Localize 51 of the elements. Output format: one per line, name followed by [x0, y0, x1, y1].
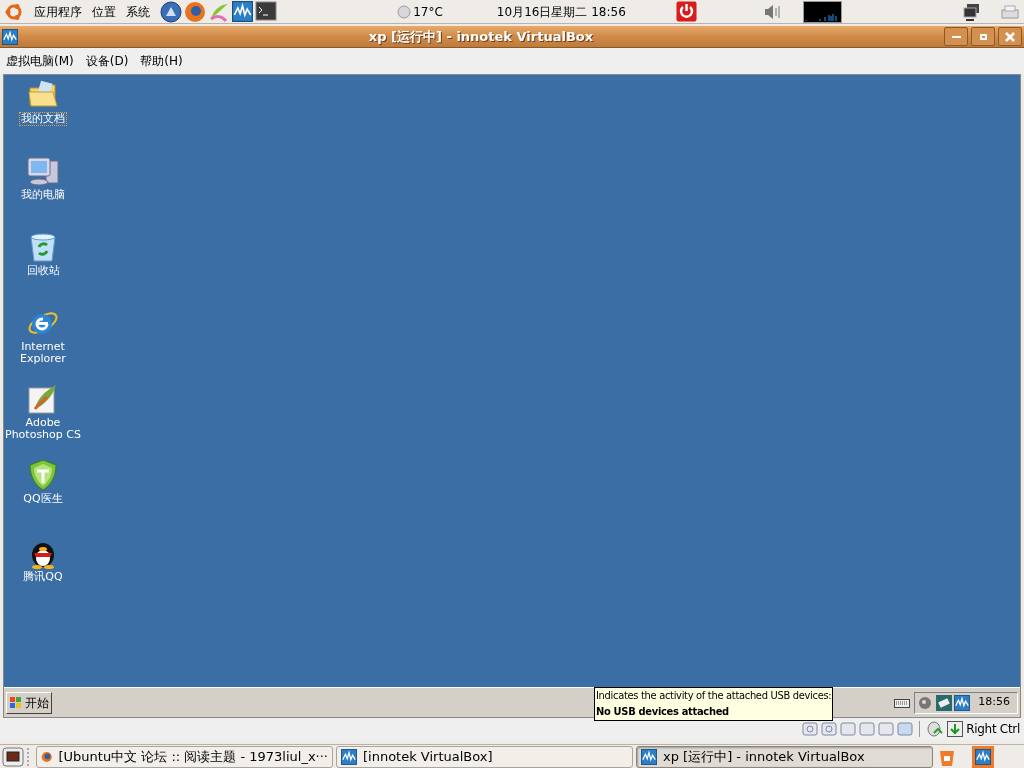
logo-icon [4, 1, 24, 22]
terminal-icon[interactable] [255, 1, 277, 22]
launcher-icon[interactable] [160, 0, 182, 23]
task-button[interactable]: [innotek VirtualBox] [336, 745, 633, 768]
monitor-wave-icon [2, 28, 18, 45]
computer-icon [26, 155, 60, 187]
guest-clock: 18:56 [978, 694, 1010, 711]
monitor-wave-icon [954, 694, 971, 711]
host-key: Right Ctrl [966, 720, 1020, 738]
task-button[interactable]: xp [运行中] - innotek VirtualBox [636, 745, 933, 768]
monitor-wave-icon [641, 748, 657, 765]
menu-item[interactable]: 设备(D) [85, 52, 129, 70]
tooltip-text: Indicates the activity of the attached USB devices: [596, 688, 832, 704]
window-title: xp [运行中] - innotek VirtualBox [367, 27, 595, 46]
panel-menu[interactable]: 位置 [92, 2, 116, 21]
speaker-icon[interactable] [762, 3, 781, 20]
desktop-icon-label[interactable]: QQ医生 [22, 493, 64, 505]
power-icon[interactable] [675, 1, 697, 22]
panel-menu[interactable]: 应用程序 [34, 2, 82, 21]
desktop-icon-label[interactable]: 我的文档 [20, 113, 66, 125]
drive-icon[interactable] [936, 694, 953, 711]
windows-logo-icon [9, 695, 23, 710]
monitor-wave-icon [232, 1, 253, 22]
download-arrow-icon[interactable] [947, 721, 964, 737]
tooltip-detail: No USB devices attached [596, 704, 730, 720]
monitor-wave-icon [975, 748, 991, 765]
task-button[interactable]: [Ubuntu中文 论坛 :: 阅读主题 - 1973liul_x··· [36, 745, 333, 768]
feather-icon [27, 383, 59, 415]
start-button[interactable]: 开始 [6, 691, 52, 714]
desktop-icon-label[interactable]: 回收站 [25, 265, 61, 277]
keyboard-icon [894, 696, 911, 709]
menu-item[interactable]: 虚拟电脑(M) [6, 52, 74, 70]
recycle-bin-icon [28, 231, 58, 263]
panel-menu[interactable]: 系统 [126, 2, 150, 21]
close-button[interactable] [998, 27, 1022, 46]
minimize-button[interactable] [944, 27, 968, 46]
desktop-icon-label[interactable]: Adobe Photoshop CS [4, 417, 82, 441]
panel-clock[interactable]: 10月16日星期二 18:56 [496, 2, 626, 21]
mouse-capture-icon[interactable] [926, 721, 945, 737]
shield-icon [28, 459, 58, 491]
desktop-icon-label[interactable]: 我的电脑 [20, 189, 66, 201]
monitor-wave-icon [341, 748, 357, 765]
temperature[interactable]: 17°C [413, 2, 443, 21]
browser-icon[interactable] [184, 0, 206, 23]
show-desktop-icon[interactable] [2, 746, 24, 767]
desktop-icon-label[interactable]: 腾讯QQ [22, 571, 64, 583]
maximize-button[interactable] [971, 27, 995, 46]
menu-item[interactable]: 帮助(H) [140, 52, 183, 70]
close-icon [1005, 31, 1015, 42]
system-monitor-icon[interactable] [802, 0, 842, 23]
desktop-icon-label[interactable]: Internet Explorer [19, 341, 67, 365]
